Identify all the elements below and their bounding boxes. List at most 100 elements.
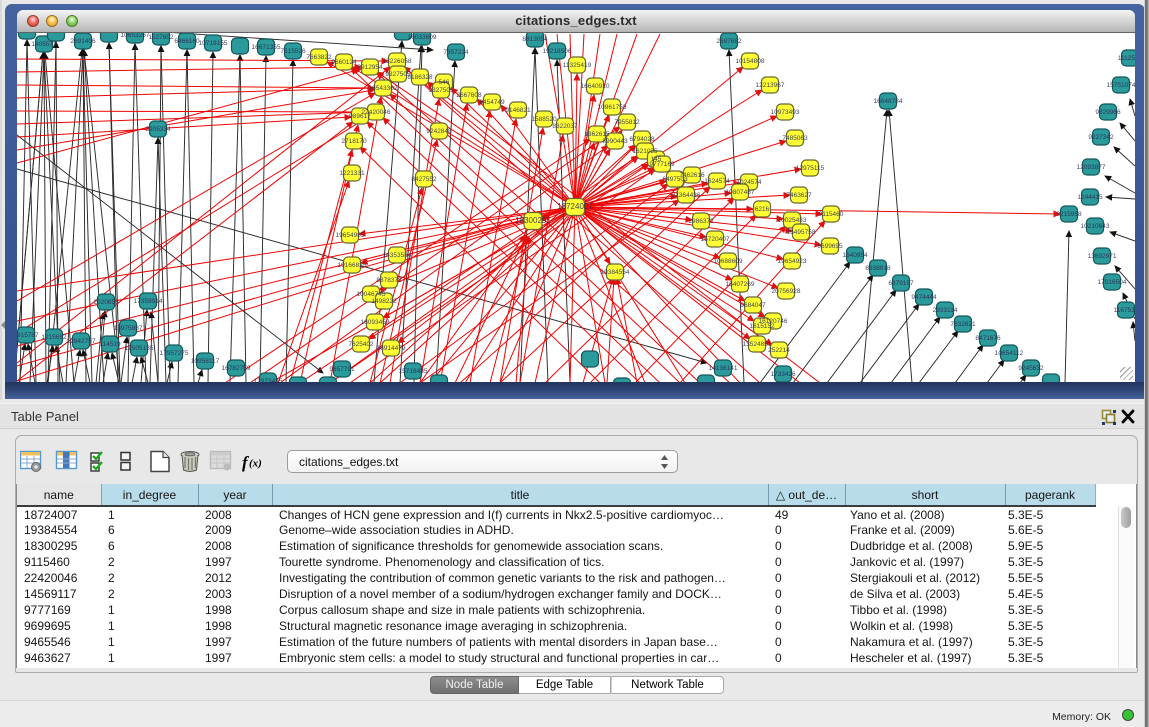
svg-text:18407269: 18407269 (726, 281, 755, 288)
svg-text:9657791: 9657791 (329, 366, 355, 373)
svg-text:1362615: 1362615 (584, 131, 610, 138)
svg-text:2718170: 2718170 (341, 138, 367, 145)
svg-text:17957275: 17957275 (160, 350, 189, 357)
svg-text:1498222: 1498222 (371, 298, 397, 305)
svg-text:10958117: 10958117 (191, 358, 220, 365)
svg-text:2905334: 2905334 (145, 126, 171, 133)
svg-text:8427552: 8427552 (411, 176, 437, 183)
svg-text:14136141: 14136141 (709, 365, 738, 372)
svg-text:8990443: 8990443 (602, 138, 628, 145)
svg-text:12975115: 12975115 (796, 165, 825, 172)
svg-text:10807487: 10807487 (726, 189, 755, 196)
svg-text:252214: 252214 (768, 347, 790, 354)
svg-text:19654985: 19654985 (336, 232, 365, 239)
svg-text:9146821: 9146821 (505, 107, 531, 114)
svg-text:19384554: 19384554 (601, 269, 630, 276)
svg-text:10025433: 10025433 (778, 217, 807, 224)
svg-text:546: 546 (439, 79, 450, 86)
svg-text:10961758: 10961758 (598, 104, 627, 111)
svg-text:10210643: 10210643 (1081, 223, 1110, 230)
svg-text:7625402: 7625402 (348, 341, 374, 348)
svg-text:(x): (x) (249, 458, 262, 470)
svg-text:15751074: 15751074 (1107, 82, 1135, 89)
svg-text:10719155: 10719155 (199, 40, 228, 47)
svg-text:17016504: 17016504 (1098, 279, 1127, 286)
svg-text:8912954: 8912954 (357, 64, 383, 71)
svg-text:18300295: 18300295 (515, 216, 551, 225)
svg-text:1640954: 1640954 (842, 252, 868, 259)
svg-text:19654923: 19654923 (778, 258, 807, 265)
svg-text:7357224: 7357224 (443, 49, 469, 56)
svg-text:16033809: 16033809 (408, 34, 437, 41)
svg-text:16914479: 16914479 (377, 345, 406, 352)
svg-text:6379197: 6379197 (888, 280, 914, 287)
svg-text:989617: 989617 (349, 113, 371, 120)
svg-text:10653267: 10653267 (121, 33, 150, 39)
svg-text:9245632: 9245632 (1018, 365, 1044, 372)
svg-text:9474444: 9474444 (911, 294, 937, 301)
svg-text:10046745: 10046745 (357, 291, 386, 298)
svg-text:1221331: 1221331 (339, 170, 365, 177)
svg-text:15720407: 15720407 (701, 236, 730, 243)
svg-text:1215682: 1215682 (41, 334, 67, 341)
svg-text:7485063: 7485063 (782, 135, 808, 142)
svg-text:8938918: 8938918 (865, 265, 891, 272)
svg-text:3915787: 3915787 (17, 332, 39, 339)
svg-text:7663822: 7663822 (306, 54, 332, 61)
svg-text:16640910: 16640910 (581, 83, 610, 90)
svg-text:7515526: 7515526 (280, 48, 306, 55)
svg-text:19166825: 19166825 (338, 262, 367, 269)
svg-text:12093877: 12093877 (1077, 164, 1106, 171)
svg-text:18724007: 18724007 (557, 202, 593, 211)
svg-text:12505135: 12505135 (125, 345, 154, 352)
svg-text:7632621: 7632621 (950, 321, 976, 328)
svg-text:20756928: 20756928 (772, 288, 801, 295)
svg-text:15716485: 15716485 (399, 368, 428, 375)
svg-text:9329966: 9329966 (1095, 109, 1121, 116)
svg-text:10688609: 10688609 (714, 258, 743, 265)
svg-text:1244415: 1244415 (1077, 194, 1103, 201)
svg-text:9660124: 9660124 (331, 59, 357, 66)
svg-text:9327505: 9327505 (428, 87, 454, 94)
svg-text:16648784: 16648784 (874, 98, 903, 105)
svg-text:12213967: 12213967 (756, 82, 785, 89)
svg-text:9115460: 9115460 (819, 211, 844, 218)
svg-text:16671355: 16671355 (252, 44, 281, 51)
svg-text:8454749: 8454749 (479, 99, 505, 106)
svg-text:8322037: 8322037 (552, 123, 578, 130)
svg-text:1527602: 1527602 (148, 34, 174, 41)
svg-text:13226058: 13226058 (383, 58, 412, 65)
svg-text:21364436: 21364436 (672, 192, 701, 199)
svg-text:9777169: 9777169 (649, 161, 675, 168)
svg-text:6466160: 6466160 (174, 38, 200, 45)
svg-text:1024574: 1024574 (736, 179, 762, 186)
svg-text:2667608: 2667608 (456, 92, 482, 99)
svg-text:8813054: 8813054 (522, 36, 548, 43)
svg-text:1621025: 1621025 (632, 148, 658, 155)
svg-text:8471676: 8471676 (975, 335, 1001, 342)
svg-text:1733426: 1733426 (770, 371, 796, 378)
svg-text:10154808: 10154808 (736, 58, 765, 65)
svg-text:9227342: 9227342 (1088, 134, 1114, 141)
svg-text:19218506: 19218506 (543, 48, 572, 55)
svg-text:2020655: 2020655 (93, 299, 119, 306)
svg-text:16495758: 16495758 (787, 229, 816, 236)
svg-text:1615152: 1615152 (749, 323, 775, 330)
svg-text:6216: 6216 (755, 206, 770, 213)
svg-text:9242848: 9242848 (426, 128, 452, 135)
svg-text:2933114: 2933114 (933, 307, 958, 314)
svg-text:9699695: 9699695 (817, 243, 843, 250)
svg-text:8878372: 8878372 (376, 277, 402, 284)
svg-text:10654112: 10654112 (995, 350, 1024, 357)
svg-text:3215958: 3215958 (1056, 211, 1082, 218)
svg-text:10973493: 10973493 (771, 109, 800, 116)
svg-text:7955812: 7955812 (614, 119, 640, 126)
svg-text:7462616: 7462616 (679, 172, 705, 179)
svg-text:16782759: 16782759 (222, 365, 251, 372)
svg-text:1167534: 1167534 (1114, 307, 1135, 314)
svg-text:1405571: 1405571 (31, 41, 57, 48)
svg-text:17359914: 17359914 (134, 298, 163, 305)
svg-text:8186328: 8186328 (407, 74, 433, 81)
svg-text:14353584: 14353584 (383, 252, 412, 259)
svg-text:6794028: 6794028 (629, 136, 655, 143)
